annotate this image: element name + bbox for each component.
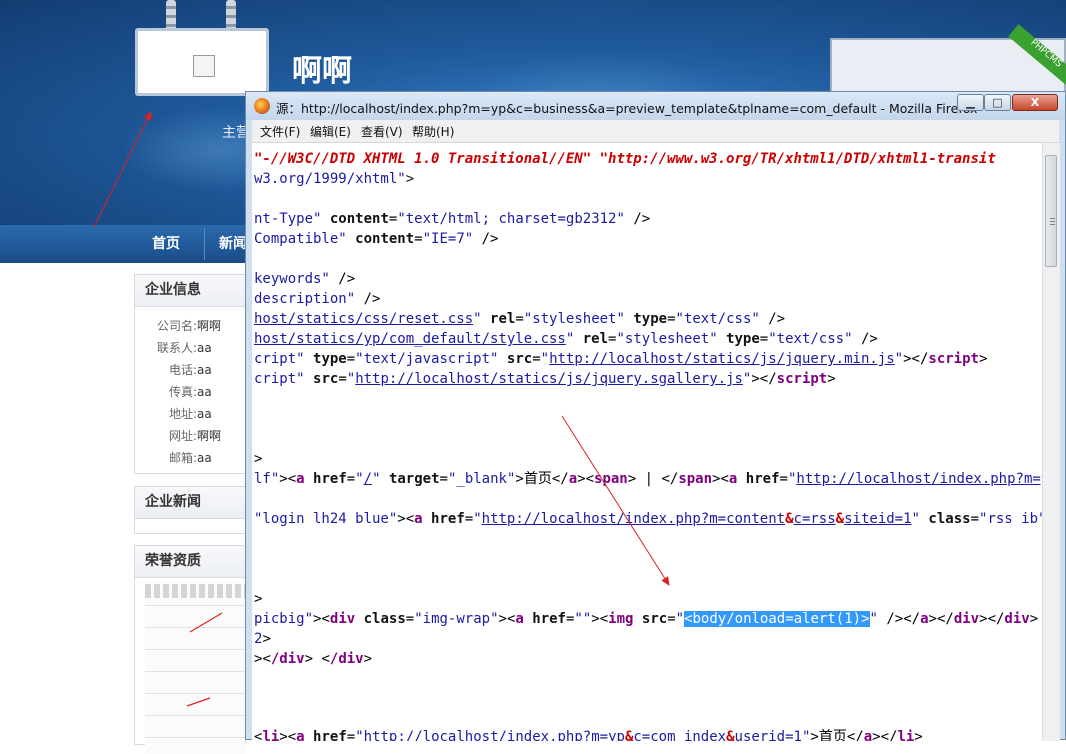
company-news-panel: 企业新闻 — [134, 486, 246, 534]
site-logo[interactable] — [135, 28, 269, 96]
product-box-image: PHPCMS — [830, 24, 1066, 96]
source-line-css-reset: host/statics/css/reset.css" rel="stylesh… — [254, 311, 786, 327]
info-row-fax: 传真:aa — [168, 385, 212, 399]
site-name: 啊啊 — [292, 54, 352, 89]
menu-view[interactable]: 查看(V) — [361, 123, 403, 140]
firefox-source-window: 源：http://localhost/index.php?m=yp&c=busi… — [245, 91, 1066, 741]
source-line-meta-content-type: nt-Type" content="text/html; charset=gb2… — [254, 211, 651, 227]
source-line-meta-compatible: Compatible" content="IE=7" /> — [254, 231, 499, 247]
menu-help[interactable]: 帮助(H) — [412, 123, 454, 140]
company-info-title: 企业信息 — [135, 275, 245, 307]
company-news-title: 企业新闻 — [135, 487, 245, 519]
broken-image-icon — [193, 55, 215, 77]
menu-bar: 文件(F) 编辑(E) 查看(V) 帮助(H) — [252, 120, 1059, 143]
honors-panel: 荣誉资质 — [134, 545, 246, 754]
window-titlebar[interactable]: 源：http://localhost/index.php?m=yp&c=busi… — [246, 92, 1065, 120]
source-line-doctype: "-//W3C//DTD XHTML 1.0 Transitional//EN"… — [254, 151, 996, 167]
selected-payload[interactable]: <body/onload=alert(1)> — [684, 611, 870, 627]
source-line-xss-payload: picbig"><div class="img-wrap"><a href=""… — [254, 611, 1039, 627]
source-line-css-style: host/statics/yp/com_default/style.css" r… — [254, 331, 878, 347]
source-line-gt-2: > — [254, 591, 263, 607]
minimize-button[interactable]: ▁ — [957, 94, 984, 111]
menu-edit[interactable]: 编辑(E) — [310, 123, 351, 140]
source-line-nav: lf"><a href="/" target="_blank">首页</a><s… — [254, 471, 1042, 487]
nav-news[interactable]: 新闻 — [219, 225, 247, 263]
info-row-address: 地址:aa — [168, 407, 212, 421]
nav-divider — [204, 228, 205, 260]
source-line-close-divs: ></div> </div> — [254, 651, 373, 667]
info-row-name: 公司名:啊啊 — [156, 319, 222, 333]
company-info-panel: 企业信息 公司名:啊啊 联系人:aa 电话:aa 传真:aa 地址:aa 网址:… — [134, 274, 246, 474]
info-row-phone: 电话:aa — [168, 363, 212, 377]
honors-title: 荣誉资质 — [135, 546, 245, 578]
source-line-xmlns: w3.org/1999/xhtml"> — [254, 171, 415, 187]
source-code-view[interactable]: "-//W3C//DTD XHTML 1.0 Transitional//EN"… — [252, 143, 1042, 741]
source-line-gt-1: > — [254, 451, 263, 467]
source-line-q2: 2> — [254, 631, 271, 647]
info-row-website: 网址:啊啊 — [168, 429, 222, 443]
menu-file[interactable]: 文件(F) — [260, 123, 300, 140]
source-line-login: "login lh24 blue"><a href="http://localh… — [254, 511, 1042, 527]
maximize-button[interactable]: □ — [984, 94, 1011, 111]
info-row-email: 邮箱:aa — [168, 451, 212, 465]
firefox-icon — [254, 98, 270, 114]
vertical-scrollbar[interactable] — [1042, 143, 1060, 741]
info-row-contact: 联系人:aa — [156, 341, 212, 355]
honors-thumbnail[interactable] — [145, 584, 245, 754]
source-line-js-sgallery: cript" src="http://localhost/statics/js/… — [254, 371, 836, 387]
nav-home[interactable]: 首页 — [152, 225, 180, 263]
source-line-meta-description: description" /> — [254, 291, 381, 307]
close-button[interactable]: X — [1012, 94, 1058, 111]
source-line-meta-keywords: keywords" /> — [254, 271, 356, 287]
scrollbar-thumb[interactable] — [1045, 155, 1057, 267]
window-title: 源：http://localhost/index.php?m=yp&c=busi… — [276, 101, 978, 116]
source-line-li: <li><a href="http://localhost/index.php?… — [254, 729, 923, 741]
source-line-js-jquery: cript" type="text/javascript" src="http:… — [254, 351, 988, 367]
